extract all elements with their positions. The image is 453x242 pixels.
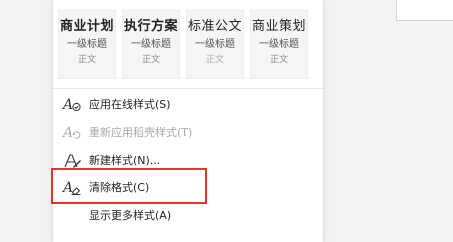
- style-presets-row: 商业计划 一级标题 正文 执行方案 一级标题 正文 标准公文 一级标题 正文 商…: [58, 10, 308, 79]
- svg-text:A: A: [62, 125, 73, 141]
- preset-body: 正文: [141, 55, 160, 65]
- preset-title: 标准公文: [187, 19, 242, 34]
- preset-body: 正文: [205, 55, 224, 65]
- menu-item-label: 清除格式(C): [89, 181, 150, 194]
- preset-title: 执行方案: [123, 19, 178, 34]
- online-style-icon: A: [61, 94, 82, 114]
- reapply-template-style-item[interactable]: A 重新应用稻壳样式(T): [53, 119, 323, 145]
- preset-business-plan[interactable]: 商业计划 一级标题 正文: [58, 10, 116, 79]
- preset-execution-plan[interactable]: 执行方案 一级标题 正文: [122, 10, 180, 79]
- menu-item-label: 显示更多样式(A): [89, 209, 172, 222]
- preset-body: 正文: [269, 55, 288, 65]
- preset-title: 商业计划: [59, 19, 114, 34]
- preset-standard-document[interactable]: 标准公文 一级标题 正文: [186, 10, 244, 79]
- apply-online-style-item[interactable]: A 应用在线样式(S): [53, 91, 323, 117]
- menu-divider: [53, 88, 323, 89]
- refresh-style-icon: A: [61, 122, 82, 142]
- preset-business-planning[interactable]: 商业策划 一级标题 正文: [250, 10, 308, 79]
- new-style-pen-icon: [62, 150, 82, 170]
- clear-format-item[interactable]: A 清除格式(C): [53, 174, 323, 200]
- preset-heading: 一级标题: [259, 39, 299, 50]
- preset-body: 正文: [77, 55, 96, 65]
- menu-item-label: 新建样式(N)...: [89, 154, 161, 167]
- preset-heading: 一级标题: [67, 39, 107, 50]
- clear-format-eraser-icon: A: [61, 177, 82, 197]
- svg-text:A: A: [62, 180, 73, 196]
- show-more-styles-item[interactable]: 显示更多样式(A): [53, 202, 323, 228]
- preset-heading: 一级标题: [195, 39, 235, 50]
- svg-text:A: A: [62, 97, 73, 113]
- document-page-corner: [396, 0, 453, 21]
- preset-title: 商业策划: [251, 19, 306, 34]
- menu-item-label: 应用在线样式(S): [89, 98, 171, 111]
- screen: 商业计划 一级标题 正文 执行方案 一级标题 正文 标准公文 一级标题 正文 商…: [0, 0, 453, 242]
- menu-item-label: 重新应用稻壳样式(T): [89, 126, 193, 139]
- styles-dropdown-panel: 商业计划 一级标题 正文 执行方案 一级标题 正文 标准公文 一级标题 正文 商…: [53, 0, 323, 242]
- preset-heading: 一级标题: [131, 39, 171, 50]
- new-style-item[interactable]: 新建样式(N)...: [53, 147, 323, 173]
